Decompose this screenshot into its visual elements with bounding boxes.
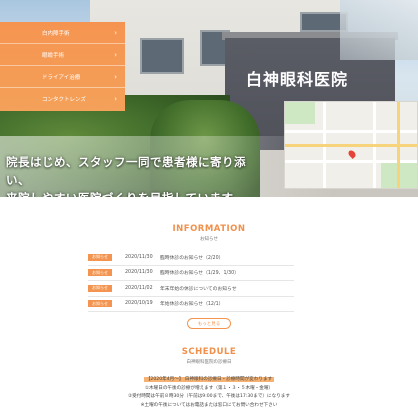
notice-line: ①木曜日の午後の診療が増えます（第１・３・５木曜・金曜）	[144, 385, 274, 391]
news-title[interactable]: 年末年始の休診についてのお知らせ	[160, 285, 237, 292]
tagline-line: 院長はじめ、スタッフ一同で患者様に寄り添い、	[6, 155, 246, 187]
category-badge: お知らせ	[88, 269, 112, 277]
category-badge: お知らせ	[88, 284, 112, 292]
hero-tagline: 院長はじめ、スタッフ一同で患者様に寄り添い、 来院しやすい医院づくりを目指してい…	[6, 153, 266, 197]
news-date: 2020/11/30	[125, 270, 153, 276]
schedule-heading: SCHEDULE	[181, 347, 237, 357]
menu-item-eyelid[interactable]: 眼瞼手術 ›	[0, 44, 125, 66]
news-item[interactable]: お知らせ 2020/11/30 臨時休診のお知らせ（2/20）	[88, 250, 294, 266]
schedule-subheading: 白神眼科医院の診療日	[186, 360, 232, 365]
clinic-sign: 白神眼科医院	[246, 70, 349, 89]
access-map[interactable]	[284, 101, 418, 189]
tagline-line: 来院しやすい医院づくりを目指しています。	[6, 189, 266, 197]
notice-line: ※土曜の午後についてはお電話または窓口にてお問い合わせ下さい	[140, 402, 278, 408]
news-title[interactable]: 臨時休診のお知らせ（2/20）	[160, 254, 223, 261]
news-date: 2020/11/02	[125, 285, 153, 291]
map-pin-icon[interactable]	[347, 149, 357, 159]
menu-item-label: コンタクトレンズ	[42, 97, 86, 103]
category-badge: お知らせ	[88, 300, 112, 308]
map-main-road	[397, 102, 400, 188]
chevron-right-icon: ›	[114, 95, 117, 103]
news-title[interactable]: 臨時休診のお知らせ（1/29、1/30）	[160, 269, 239, 276]
more-news-button[interactable]: もっと見る	[187, 318, 231, 329]
notice-highlight: 【2020年4月～】 白神眼科の診療日・診療時間が変わります	[143, 377, 275, 382]
category-badge: お知らせ	[88, 253, 112, 261]
chevron-right-icon: ›	[114, 72, 117, 81]
chevron-right-icon: ›	[114, 50, 117, 59]
information-subheading: お知らせ	[200, 237, 218, 242]
building-window	[140, 38, 184, 74]
news-item[interactable]: お知らせ 2020/11/02 年末年始の休診についてのお知らせ	[88, 281, 294, 297]
entrance-canopy	[340, 0, 418, 60]
notice-line: ②受付時間は午前８時30分（午前は9:00まで、午後は17:30まで）になります	[128, 394, 290, 399]
news-title[interactable]: 年始休診のお知らせ（12/1）	[160, 300, 223, 307]
treatment-menu: 白内障手術 › 眼瞼手術 › ドライアイ治療 › コンタクトレンズ ›	[0, 22, 125, 111]
menu-item-contact-lens[interactable]: コンタクトレンズ ›	[0, 88, 125, 110]
news-date: 2020/10/19	[125, 301, 153, 307]
menu-item-label: ドライアイ治療	[42, 74, 81, 81]
menu-item-label: 眼瞼手術	[42, 52, 65, 59]
news-date: 2020/11/30	[125, 254, 153, 260]
news-item[interactable]: お知らせ 2020/10/19 年始休診のお知らせ（12/1）	[88, 297, 294, 312]
news-list: お知らせ 2020/11/30 臨時休診のお知らせ（2/20） お知らせ 202…	[88, 250, 294, 312]
information-heading: INFORMATION	[172, 224, 246, 234]
map-park	[285, 102, 315, 124]
menu-item-cataract[interactable]: 白内障手術 ›	[0, 22, 125, 44]
chevron-right-icon: ›	[114, 28, 117, 37]
news-item[interactable]: お知らせ 2020/11/30 臨時休診のお知らせ（1/29、1/30）	[88, 266, 294, 281]
menu-item-label: 白内障手術	[42, 30, 70, 37]
menu-item-dry-eye[interactable]: ドライアイ治療 ›	[0, 66, 125, 88]
notice-headline: 【2020年4月～】 白神眼科の診療日・診療時間が変わります	[0, 376, 418, 385]
schedule-notice: 【2020年4月～】 白神眼科の診療日・診療時間が変わります ①木曜日の午後の診…	[0, 376, 418, 410]
